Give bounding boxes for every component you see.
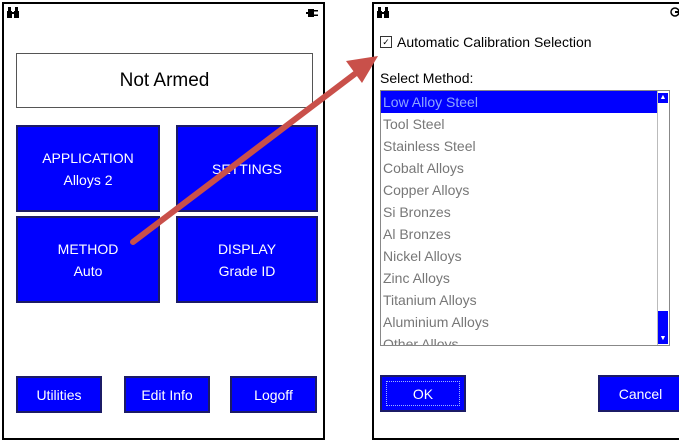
logoff-label: Logoff — [254, 386, 293, 403]
cancel-button[interactable]: Cancel — [598, 375, 679, 412]
auto-calibration-label: Automatic Calibration Selection — [397, 34, 592, 50]
display-button[interactable]: DISPLAY Grade ID — [176, 216, 318, 303]
scroll-up-icon[interactable]: ▲ — [658, 93, 668, 103]
method-list-item[interactable]: Tool Steel — [381, 113, 669, 135]
binoculars-icon — [7, 7, 19, 20]
method-label: METHOD — [57, 240, 119, 257]
method-list-item[interactable]: Zinc Alloys — [381, 267, 669, 289]
method-list-item[interactable]: Copper Alloys — [381, 179, 669, 201]
method-list-item[interactable]: Stainless Steel — [381, 135, 669, 157]
method-list-item[interactable]: Titanium Alloys — [381, 289, 669, 311]
binoculars-icon — [377, 7, 389, 20]
settings-button[interactable]: SETTINGS — [176, 125, 318, 212]
power-plug-icon — [670, 7, 679, 20]
application-value: Alloys 2 — [63, 171, 113, 188]
auto-calibration-checkbox[interactable]: ✓ Automatic Calibration Selection — [380, 34, 592, 50]
scroll-down-icon[interactable]: ▼ — [658, 334, 668, 344]
status-text: Not Armed — [119, 69, 210, 91]
power-plug-icon — [306, 8, 320, 20]
settings-label: SETTINGS — [211, 160, 282, 177]
method-value: Auto — [73, 262, 103, 279]
method-list[interactable]: Low Alloy Steel Tool Steel Stainless Steel… — [380, 90, 670, 346]
ok-button[interactable]: OK — [380, 375, 466, 412]
scroll-thumb[interactable] — [658, 311, 668, 335]
arming-status: Not Armed — [16, 53, 313, 108]
select-method-label: Select Method: — [380, 70, 474, 86]
method-list-item[interactable]: Low Alloy Steel — [381, 91, 669, 113]
display-label: DISPLAY — [217, 240, 277, 257]
method-list-item[interactable]: Cobalt Alloys — [381, 157, 669, 179]
main-screen: Not Armed APPLICATION Alloys 2 SETTINGS … — [2, 2, 325, 440]
list-scrollbar[interactable]: ▲ ▼ — [657, 91, 669, 345]
edit-info-button[interactable]: Edit Info — [124, 376, 210, 413]
checkmark-icon[interactable]: ✓ — [380, 36, 392, 48]
utilities-button[interactable]: Utilities — [16, 376, 102, 413]
cancel-label: Cancel — [618, 385, 663, 402]
method-list-item[interactable]: Aluminium Alloys — [381, 311, 669, 333]
method-list-item[interactable]: Al Bronzes — [381, 223, 669, 245]
logoff-button[interactable]: Logoff — [230, 376, 317, 413]
method-list-item[interactable]: Other Alloys — [381, 333, 669, 345]
method-selection-screen: ✓ Automatic Calibration Selection Select… — [372, 2, 679, 440]
edit-info-label: Edit Info — [141, 386, 193, 403]
utilities-label: Utilities — [36, 386, 82, 403]
method-list-item[interactable]: Si Bronzes — [381, 201, 669, 223]
application-label: APPLICATION — [42, 149, 134, 166]
application-button[interactable]: APPLICATION Alloys 2 — [16, 125, 160, 212]
method-list-item[interactable]: Nickel Alloys — [381, 245, 669, 267]
method-button[interactable]: METHOD Auto — [16, 216, 160, 303]
display-value: Grade ID — [218, 262, 276, 279]
